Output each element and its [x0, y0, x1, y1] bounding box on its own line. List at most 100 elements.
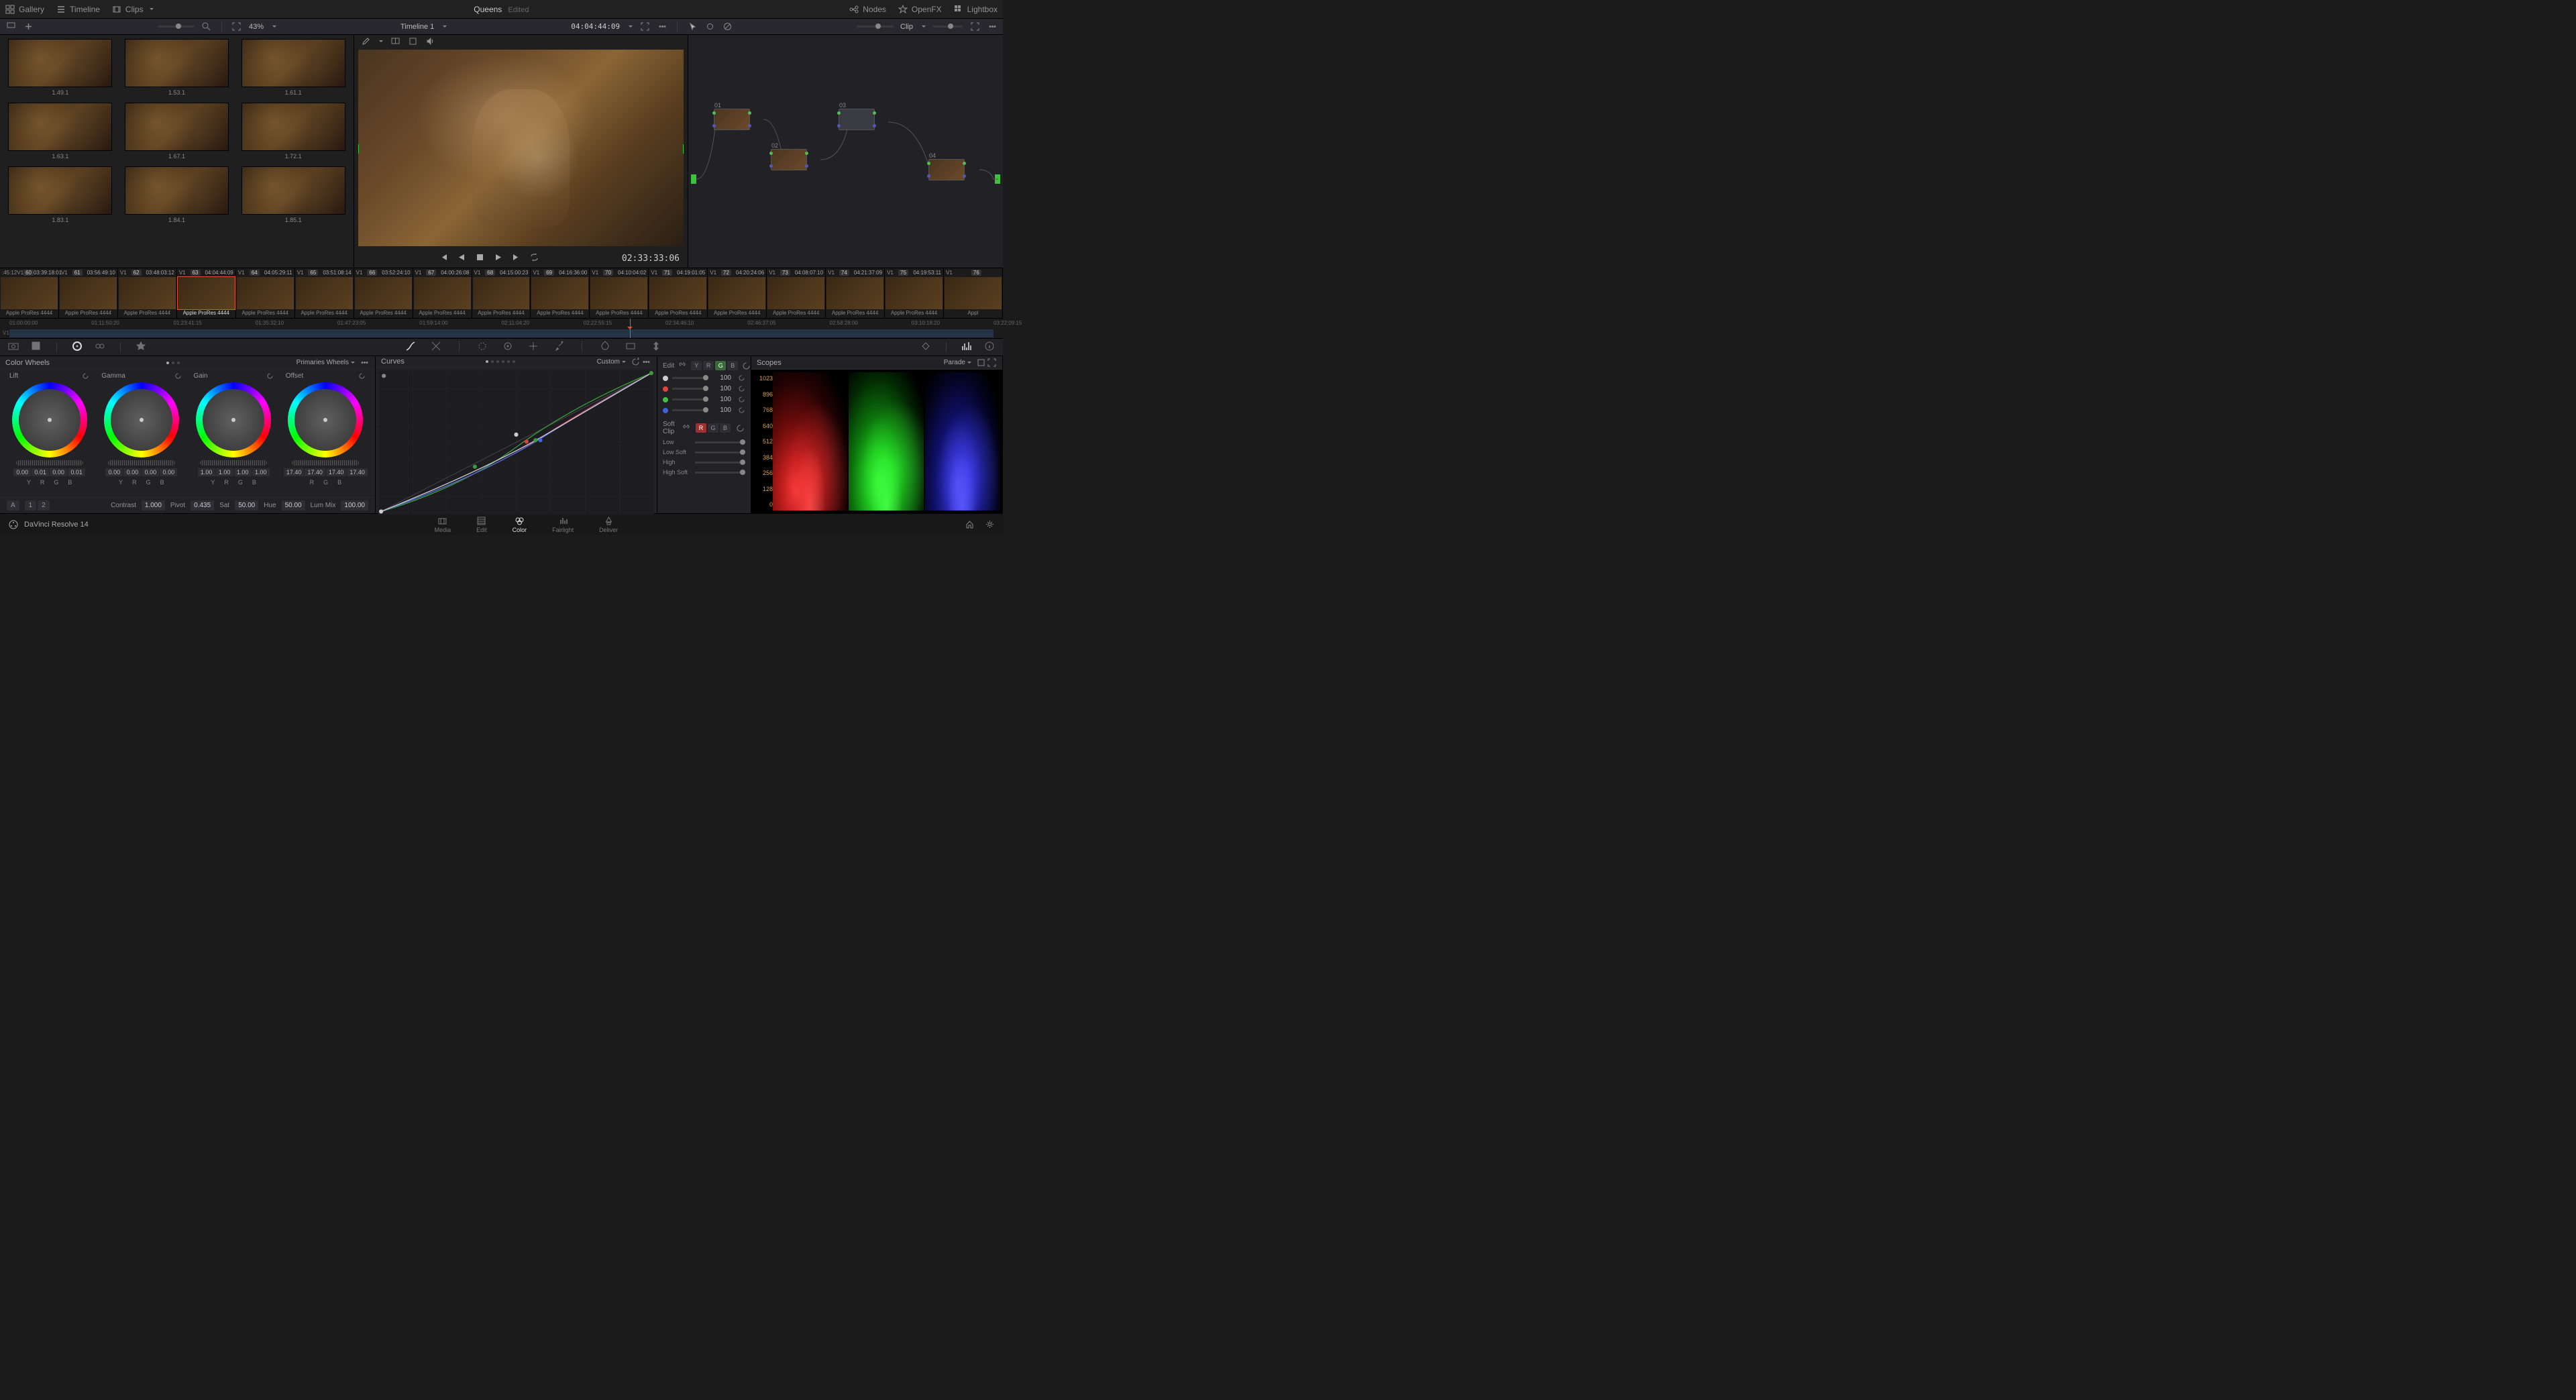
- reset-icon[interactable]: [738, 385, 745, 392]
- highsoft-slider[interactable]: [695, 472, 745, 474]
- grab-still-icon[interactable]: [23, 21, 34, 32]
- jog-wheel[interactable]: [108, 460, 175, 466]
- scopes-settings-icon[interactable]: [975, 358, 986, 368]
- reset-icon[interactable]: [358, 372, 366, 380]
- nodes-panel[interactable]: 01020304: [688, 35, 1003, 268]
- reset-icon[interactable]: [738, 396, 745, 403]
- low-slider[interactable]: [695, 441, 745, 443]
- gallery-still[interactable]: 1.63.1: [5, 103, 115, 160]
- lowsoft-slider[interactable]: [695, 451, 745, 453]
- viewer-zoom[interactable]: 43%: [249, 23, 264, 31]
- tab-edit[interactable]: Edit: [476, 516, 487, 533]
- clip-thumbnail[interactable]: V17504:19:53:11Apple ProRes 4444: [885, 268, 944, 318]
- key-icon[interactable]: [625, 341, 636, 354]
- clip-thumbnail[interactable]: V16503:51:08:14Apple ProRes 4444: [295, 268, 354, 318]
- clip-thumbnail[interactable]: V17204:20:24:06Apple ProRes 4444: [708, 268, 767, 318]
- lightbox-tab[interactable]: Lightbox: [954, 5, 998, 14]
- node-input[interactable]: [691, 174, 696, 184]
- node-zoom-slider-2[interactable]: [932, 25, 963, 28]
- clip-thumbnail[interactable]: V176Appl: [944, 268, 1003, 318]
- clip-dropdown[interactable]: Clip: [900, 23, 913, 31]
- tab-fairlight[interactable]: Fairlight: [552, 516, 574, 533]
- wheel-value[interactable]: 0.00: [105, 468, 123, 476]
- gallery-zoom-slider[interactable]: [158, 25, 195, 28]
- clip-thumbnail[interactable]: V16404:05:29:11Apple ProRes 4444: [236, 268, 295, 318]
- intensity-value[interactable]: 100: [712, 374, 731, 382]
- clip-thumbnail[interactable]: V16804:15:00:23Apple ProRes 4444: [472, 268, 531, 318]
- gallery-still[interactable]: 1.53.1: [122, 39, 232, 96]
- gallery-tab[interactable]: Gallery: [5, 5, 44, 14]
- wheel-value[interactable]: 0.00: [142, 468, 159, 476]
- gallery-still[interactable]: 1.67.1: [122, 103, 232, 160]
- curves-dots[interactable]: [486, 360, 515, 363]
- expand-icon[interactable]: [359, 358, 370, 368]
- expand-scopes-icon[interactable]: [986, 358, 997, 368]
- first-frame-button[interactable]: [439, 253, 448, 264]
- sc-channel-B[interactable]: B: [720, 423, 731, 433]
- split-icon[interactable]: [390, 36, 400, 46]
- node-02[interactable]: 02: [771, 149, 807, 170]
- blur-icon[interactable]: [600, 341, 610, 354]
- magic-mask-icon[interactable]: [553, 341, 564, 354]
- gallery-still[interactable]: 1.84.1: [122, 166, 232, 223]
- intensity-value[interactable]: 100: [712, 396, 731, 403]
- wheel-value[interactable]: 1.00: [216, 468, 233, 476]
- wheel-value[interactable]: 17.40: [284, 468, 305, 476]
- gallery-still[interactable]: 1.49.1: [5, 39, 115, 96]
- clip-thumbnail[interactable]: :45:12V16003:39:18:01Apple ProRes 4444: [0, 268, 59, 318]
- node-output[interactable]: [995, 174, 1000, 184]
- lummix-value[interactable]: 100.00: [341, 500, 368, 510]
- clip-thumbnail[interactable]: V17004:10:04:02Apple ProRes 4444: [590, 268, 649, 318]
- loop-button[interactable]: [530, 253, 539, 264]
- gallery-still[interactable]: 1.85.1: [238, 166, 348, 223]
- last-frame-button[interactable]: [512, 253, 521, 264]
- wheels-mode[interactable]: Primaries Wheels: [297, 359, 349, 366]
- clip-thumbnail[interactable]: V16304:04:44:09Apple ProRes 4444: [177, 268, 236, 318]
- search-icon[interactable]: [201, 21, 212, 32]
- settings-icon[interactable]: [984, 519, 995, 530]
- wheel-value[interactable]: 1.00: [234, 468, 252, 476]
- node-01[interactable]: 01: [714, 109, 750, 130]
- curves-graph[interactable]: [378, 370, 654, 515]
- play-reverse-button[interactable]: [458, 253, 466, 264]
- reset-curves-icon[interactable]: [630, 356, 641, 367]
- color-wheel[interactable]: [104, 382, 179, 457]
- clips-tab[interactable]: Clips: [112, 5, 154, 14]
- clip-thumbnail[interactable]: V17304:08:07:10Apple ProRes 4444: [767, 268, 826, 318]
- wheel-value[interactable]: 17.40: [347, 468, 368, 476]
- scopes-mode[interactable]: Parade: [944, 359, 965, 366]
- curves-mode[interactable]: Custom: [597, 358, 620, 366]
- channel-B[interactable]: B: [727, 361, 738, 370]
- clip-thumbnail[interactable]: V16603:52:24:10Apple ProRes 4444: [354, 268, 413, 318]
- more-nodes-icon[interactable]: [987, 21, 998, 32]
- reset-icon[interactable]: [266, 372, 274, 380]
- stills-view-icon[interactable]: [5, 21, 16, 32]
- channel-R[interactable]: R: [703, 361, 714, 370]
- reset-edit-icon[interactable]: [742, 360, 751, 371]
- tab-media[interactable]: Media: [435, 516, 451, 533]
- play-button[interactable]: [494, 253, 502, 264]
- link-icon[interactable]: [678, 360, 687, 371]
- wheel-value[interactable]: 17.40: [326, 468, 347, 476]
- timeline-track[interactable]: [9, 329, 994, 337]
- scopes-icon[interactable]: [961, 341, 972, 354]
- gallery-still[interactable]: 1.61.1: [238, 39, 348, 96]
- page-2[interactable]: 2: [38, 500, 50, 510]
- wheel-value[interactable]: 0.01: [68, 468, 85, 476]
- link-sc-icon[interactable]: [681, 423, 692, 433]
- wheel-value[interactable]: 0.00: [13, 468, 31, 476]
- channel-G[interactable]: G: [715, 361, 726, 370]
- clip-thumbnail[interactable]: V16103:56:49:10Apple ProRes 4444: [59, 268, 118, 318]
- timeline-name[interactable]: Timeline 1: [400, 23, 434, 31]
- color-wheel[interactable]: [196, 382, 271, 457]
- intensity-value[interactable]: 100: [712, 407, 731, 414]
- record-timecode[interactable]: 04:04:44:09: [571, 22, 620, 31]
- intensity-slider[interactable]: [672, 409, 708, 411]
- tab-deliver[interactable]: Deliver: [599, 516, 618, 533]
- wheel-value[interactable]: 17.40: [305, 468, 325, 476]
- keyframes-icon[interactable]: [920, 341, 931, 354]
- node-04[interactable]: 04: [928, 159, 965, 180]
- reset-icon[interactable]: [738, 374, 745, 382]
- intensity-slider[interactable]: [672, 377, 708, 379]
- reset-icon[interactable]: [174, 372, 182, 380]
